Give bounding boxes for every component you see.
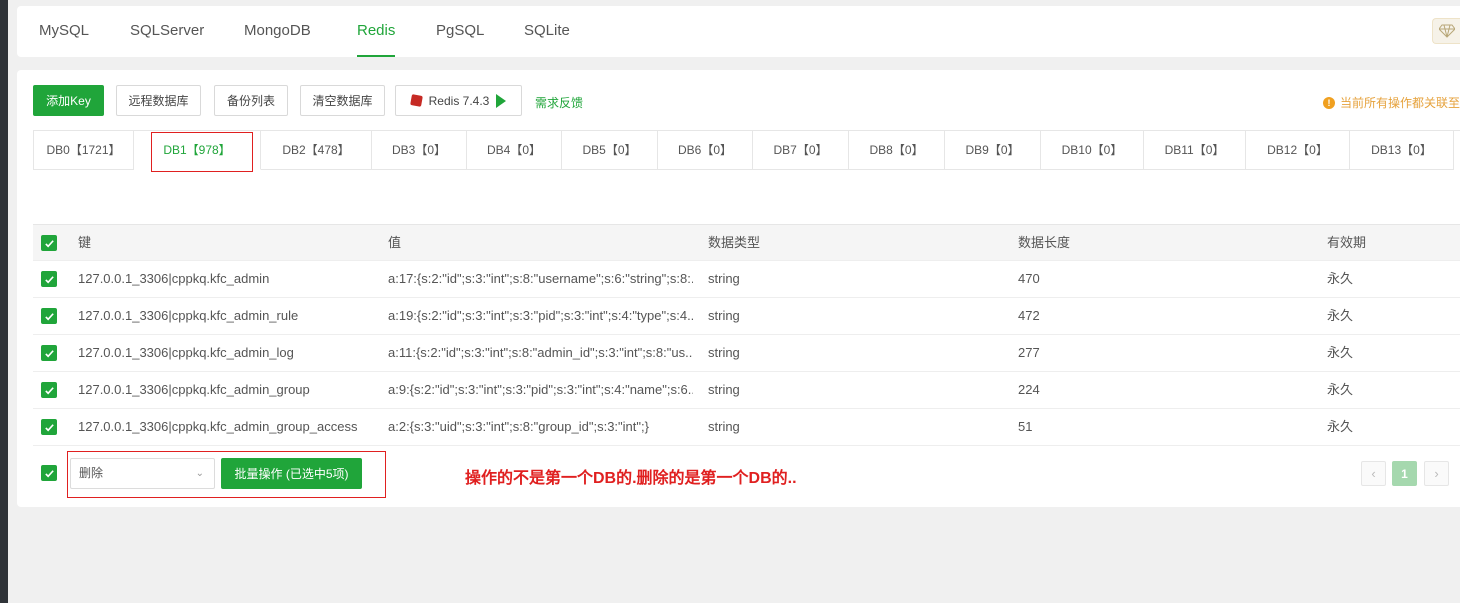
diamond-icon[interactable] [1432, 18, 1460, 44]
pager-prev-button[interactable]: ‹ [1361, 461, 1386, 486]
db-tab-5[interactable]: DB5【0】 [562, 131, 658, 170]
table-row[interactable]: 127.0.0.1_3306|cppkq.kfc_admin a:17:{s:2… [33, 261, 1460, 298]
row-key: 127.0.0.1_3306|cppkq.kfc_admin [78, 271, 270, 286]
tab-mongodb[interactable]: MongoDB [244, 6, 311, 57]
tab-pgsql[interactable]: PgSQL [436, 6, 484, 57]
row-ttl: 永久 [1327, 345, 1354, 360]
row-key: 127.0.0.1_3306|cppkq.kfc_admin_group [78, 382, 310, 397]
db-tab-7[interactable]: DB7【0】 [753, 131, 849, 170]
row-length: 51 [1018, 419, 1033, 434]
row-type: string [708, 382, 740, 397]
pager-page-1[interactable]: 1 [1392, 461, 1417, 486]
row-key: 127.0.0.1_3306|cppkq.kfc_admin_group_acc… [78, 419, 358, 434]
warning-icon: ! [1322, 96, 1335, 109]
db-tab-11[interactable]: DB11【0】 [1144, 131, 1246, 170]
table-row[interactable]: 127.0.0.1_3306|cppkq.kfc_admin_log a:11:… [33, 335, 1460, 372]
feedback-link[interactable]: 需求反馈 [535, 94, 583, 111]
db1-highlight-box [151, 132, 253, 172]
pager-next-button[interactable]: › [1424, 461, 1449, 486]
row-length: 470 [1018, 271, 1040, 286]
row-length: 277 [1018, 345, 1040, 360]
row-length: 224 [1018, 382, 1040, 397]
table-row[interactable]: 127.0.0.1_3306|cppkq.kfc_admin_rule a:19… [33, 298, 1460, 335]
row-ttl: 永久 [1327, 382, 1354, 397]
annotation-text: 操作的不是第一个DB的.删除的是第一个DB的.. [465, 470, 797, 487]
db-tab-4[interactable]: DB4【0】 [467, 131, 562, 170]
tab-redis[interactable]: Redis [357, 6, 396, 57]
tab-sqlserver[interactable]: SQLServer [130, 6, 204, 57]
row-checkbox[interactable] [41, 271, 57, 287]
redis-version-button[interactable]: Redis 7.4.3 [395, 85, 522, 116]
db-tab-12[interactable]: DB12【0】 [1246, 131, 1350, 170]
row-type: string [708, 271, 740, 286]
row-checkbox[interactable] [41, 345, 57, 361]
row-value: a:17:{s:2:"id";s:3:"int";s:8:"username";… [388, 271, 693, 286]
operation-notice: ! 当前所有操作都关联至 [1322, 94, 1460, 111]
clear-db-button[interactable]: 清空数据库 [300, 85, 385, 116]
row-type: string [708, 308, 740, 323]
redis-panel: 添加Key 远程数据库 备份列表 清空数据库 Redis 7.4.3 需求反馈 … [17, 70, 1460, 507]
database-type-tabs: MySQL SQLServer MongoDB Redis PgSQL SQLi… [17, 6, 1460, 57]
header-ttl: 有效期 [1327, 235, 1367, 250]
db-tab-0[interactable]: DB0【1721】 [34, 131, 134, 170]
row-value: a:11:{s:2:"id";s:3:"int";s:8:"admin_id";… [388, 345, 693, 360]
row-checkbox[interactable] [41, 382, 57, 398]
row-type: string [708, 345, 740, 360]
redis-version-label: Redis 7.4.3 [428, 93, 490, 108]
redis-icon [409, 94, 423, 107]
db-tab-9[interactable]: DB9【0】 [945, 131, 1041, 170]
row-checkbox[interactable] [41, 419, 57, 435]
db-tab-10[interactable]: DB10【0】 [1041, 131, 1144, 170]
select-all-checkbox[interactable] [41, 235, 57, 251]
row-ttl: 永久 [1327, 271, 1354, 286]
row-type: string [708, 419, 740, 434]
left-edge-strip [0, 0, 8, 603]
batch-highlight-box [67, 451, 386, 498]
row-checkbox[interactable] [41, 308, 57, 324]
db-tab-6[interactable]: DB6【0】 [658, 131, 753, 170]
row-ttl: 永久 [1327, 308, 1354, 323]
header-length: 数据长度 [1018, 235, 1071, 250]
tab-sqlite[interactable]: SQLite [524, 6, 570, 57]
header-type: 数据类型 [708, 235, 761, 250]
remote-db-button[interactable]: 远程数据库 [116, 85, 201, 116]
row-value: a:2:{s:3:"uid";s:3:"int";s:8:"group_id";… [388, 419, 649, 434]
row-ttl: 永久 [1327, 419, 1354, 434]
db-tab-3[interactable]: DB3【0】 [372, 131, 467, 170]
footer-select-all-checkbox[interactable] [41, 465, 57, 481]
row-key: 127.0.0.1_3306|cppkq.kfc_admin_rule [78, 308, 299, 323]
header-key: 键 [78, 235, 92, 250]
row-length: 472 [1018, 308, 1040, 323]
row-value: a:9:{s:2:"id";s:3:"int";s:3:"pid";s:3:"i… [388, 382, 693, 397]
db-tab-13[interactable]: DB13【0】 [1350, 131, 1454, 170]
table-header: 键 值 数据类型 数据长度 有效期 [33, 224, 1460, 261]
table-row[interactable]: 127.0.0.1_3306|cppkq.kfc_admin_group_acc… [33, 409, 1460, 446]
db-tab-2[interactable]: DB2【478】 [261, 131, 372, 170]
header-value: 值 [388, 235, 402, 250]
backup-list-button[interactable]: 备份列表 [214, 85, 288, 116]
table-row[interactable]: 127.0.0.1_3306|cppkq.kfc_admin_group a:9… [33, 372, 1460, 409]
add-key-button[interactable]: 添加Key [33, 85, 104, 116]
notice-text: 当前所有操作都关联至 [1339, 96, 1460, 110]
tab-mysql[interactable]: MySQL [39, 6, 89, 57]
db-tab-8[interactable]: DB8【0】 [849, 131, 945, 170]
row-value: a:19:{s:2:"id";s:3:"int";s:3:"pid";s:3:"… [388, 308, 693, 323]
row-key: 127.0.0.1_3306|cppkq.kfc_admin_log [78, 345, 294, 360]
play-icon [496, 93, 507, 108]
